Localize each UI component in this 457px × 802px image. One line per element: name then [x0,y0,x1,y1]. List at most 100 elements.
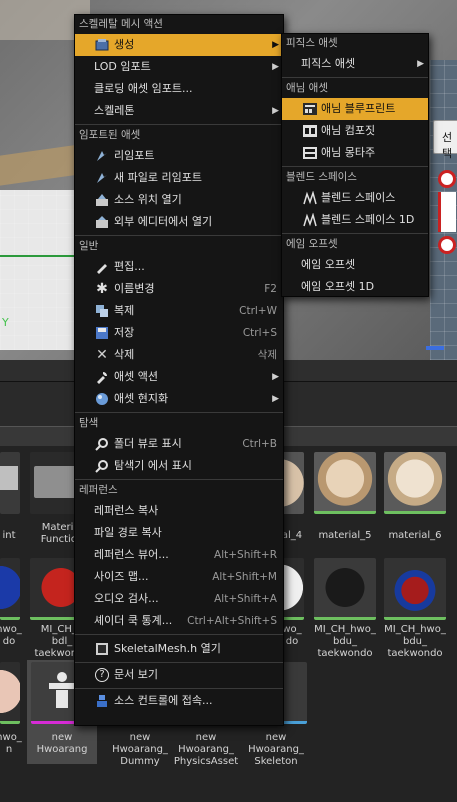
menu-item-asset-localization[interactable]: 애셋 현지화 ▶ [75,388,283,410]
menu-separator [75,235,283,236]
menu-item-label: 블렌드 스페이스 1D [321,213,415,226]
shortcut-text: Alt+Shift+A [214,593,277,605]
submenu-arrow-icon: ▶ [272,372,279,382]
material-instance-thumbnail[interactable] [314,558,376,620]
menu-item-label: 에임 오프셋 1D [301,280,375,293]
shortcut-text: Alt+Shift+M [212,571,277,583]
open-source-location-icon [95,193,109,207]
menu-item-delete[interactable]: ✕ 삭제 삭제 [75,344,283,366]
submenu-arrow-icon: ▶ [272,62,279,72]
section-header: 일반 [79,240,99,252]
menu-item-label: 스켈레톤 [94,104,135,117]
asset-name: new Hwoarang_ PhysicsAsset [173,732,239,767]
shortcut-text: Ctrl+Alt+Shift+S [187,615,277,627]
menu-item-copy-file-path[interactable]: 파일 경로 복사 [75,522,283,544]
show-in-explorer-icon [95,459,109,473]
menu-item-label: 외부 에디터에서 열기 [114,215,213,228]
submenu-item-anim-composite[interactable]: 애님 컴포짓 [282,120,428,142]
anim-composite-icon [303,124,317,138]
menu-item-open-header[interactable]: SkeletalMesh.h 열기 [75,638,283,660]
menu-item-connect-source-control[interactable]: 소스 컨트롤에 접속... [75,690,283,712]
reimport-new-file-icon [95,171,109,185]
open-external-editor-icon [95,215,109,229]
menu-item-clothing-import[interactable]: 클로딩 애셋 임포트... [75,78,283,100]
viewport-scrollbar[interactable] [426,346,444,350]
asset-actions-icon [95,370,109,384]
menu-item-label: LOD 임포트 [94,60,151,73]
menu-item-label: 새 파일로 리임포트 [114,171,202,184]
menu-item-shader-cook-stats[interactable]: 셰이더 쿡 통계... Ctrl+Alt+Shift+S [75,610,283,632]
menu-item-duplicate[interactable]: 복제 Ctrl+W [75,300,283,322]
skeletal-mesh-context-menu: 스켈레탈 메시 액션 생성 ▶ LOD 임포트 ▶ 클로딩 애셋 임포트... … [74,14,284,726]
blend-space-icon [303,190,317,205]
rename-icon: ✱ [96,281,108,297]
shortcut-text: Ctrl+B [242,438,277,450]
submenu-item-anim-montage[interactable]: 애님 몽타주 [282,142,428,164]
menu-item-reference-viewer[interactable]: 레퍼런스 뷰어... Alt+Shift+R [75,544,283,566]
character-mesh [436,160,457,280]
menu-item-label: 클로딩 애셋 임포트... [94,82,193,95]
menu-item-create[interactable]: 생성 ▶ [75,34,283,56]
section-header: 블렌드 스페이스 [286,171,357,183]
menu-separator [75,124,283,125]
menu-item-rename[interactable]: ✱ 이름변경 F2 [75,278,283,300]
material-instance-thumbnail[interactable] [384,558,446,620]
y-axis-label: Y [2,316,9,329]
menu-item-save[interactable]: 저장 Ctrl+S [75,322,283,344]
submenu-item-blend-space[interactable]: 블렌드 스페이스 [282,187,428,209]
submenu-arrow-icon: ▶ [272,394,279,404]
material-thumbnail[interactable] [314,452,376,514]
menu-item-label: SkeletalMesh.h 열기 [114,642,221,655]
menu-item-reimport[interactable]: 리임포트 [75,145,283,167]
menu-item-edit[interactable]: 편집... [75,256,283,278]
create-asset-icon [95,38,109,52]
menu-item-audit-assets[interactable]: 오디오 검사... Alt+Shift+A [75,588,283,610]
asset-name: material_6 [388,530,442,541]
menu-item-open-external-editor[interactable]: 외부 에디터에서 열기 [75,211,283,233]
menu-item-show-in-folder-view[interactable]: 폴더 뷰로 표시 Ctrl+B [75,433,283,455]
localization-icon [95,392,109,406]
menu-item-show-in-explorer[interactable]: 탐색기 에서 표시 [75,455,283,477]
submenu-item-aim-offset-1d[interactable]: 에임 오프셋 1D [282,276,428,298]
menu-item-skeleton[interactable]: 스켈레톤 ▶ [75,100,283,122]
menu-separator [282,166,428,167]
menu-item-lod-import[interactable]: LOD 임포트 ▶ [75,56,283,78]
folder-view-icon [95,437,109,451]
menu-separator [75,688,283,689]
submenu-item-physics-asset[interactable]: 피직스 애셋 ▶ [282,53,428,75]
shortcut-text: F2 [264,283,277,295]
menu-separator [75,479,283,480]
section-header: 탐색 [79,417,99,429]
submenu-item-aim-offset[interactable]: 에임 오프셋 [282,254,428,276]
section-header: 레퍼런스 [79,484,118,496]
menu-item-reimport-new-file[interactable]: 새 파일로 리임포트 [75,167,283,189]
shortcut-text: Ctrl+W [239,305,277,317]
menu-item-label: 파일 경로 복사 [94,526,162,539]
asset-name: int [2,530,16,541]
material-instance-thumbnail[interactable] [0,558,20,620]
menu-item-asset-actions[interactable]: 애셋 액션 ▶ [75,366,283,388]
submenu-item-anim-blueprint[interactable]: 애님 블루프린트 [282,98,428,120]
menu-item-open-source-location[interactable]: 소스 위치 열기 [75,189,283,211]
menu-item-size-map[interactable]: 사이즈 맵... Alt+Shift+M [75,566,283,588]
menu-item-view-docs[interactable]: ? 문서 보기 [75,664,283,686]
shortcut-text: Alt+Shift+R [214,549,277,561]
asset-name: hwo_ n [0,732,22,755]
submenu-arrow-icon: ▶ [272,40,279,50]
submenu-arrow-icon: ▶ [417,59,424,69]
asset-name: MI_CH_hwo_ bdu_ taekwondo [384,624,446,659]
menu-item-label: 레퍼런스 뷰어... [94,548,169,561]
asset-thumbnail[interactable] [0,452,20,514]
menu-item-label: 피직스 애셋 [301,57,356,70]
anim-blueprint-icon [303,102,317,116]
asset-name: new Hwoarang_ Dummy [112,732,168,767]
submenu-item-blend-space-1d[interactable]: 블렌드 스페이스 1D [282,209,428,231]
create-submenu: 피직스 애셋 피직스 애셋 ▶ 애님 애셋 애님 블루프린트 애님 컴포짓 애님… [281,33,429,297]
shortcut-text: 삭제 [257,349,277,361]
material-thumbnail[interactable] [384,452,446,514]
material-instance-thumbnail[interactable] [0,662,20,724]
menu-item-copy-reference[interactable]: 레퍼런스 복사 [75,500,283,522]
cpp-header-icon [95,642,109,656]
delete-icon: ✕ [96,347,108,363]
source-control-icon [95,694,109,708]
